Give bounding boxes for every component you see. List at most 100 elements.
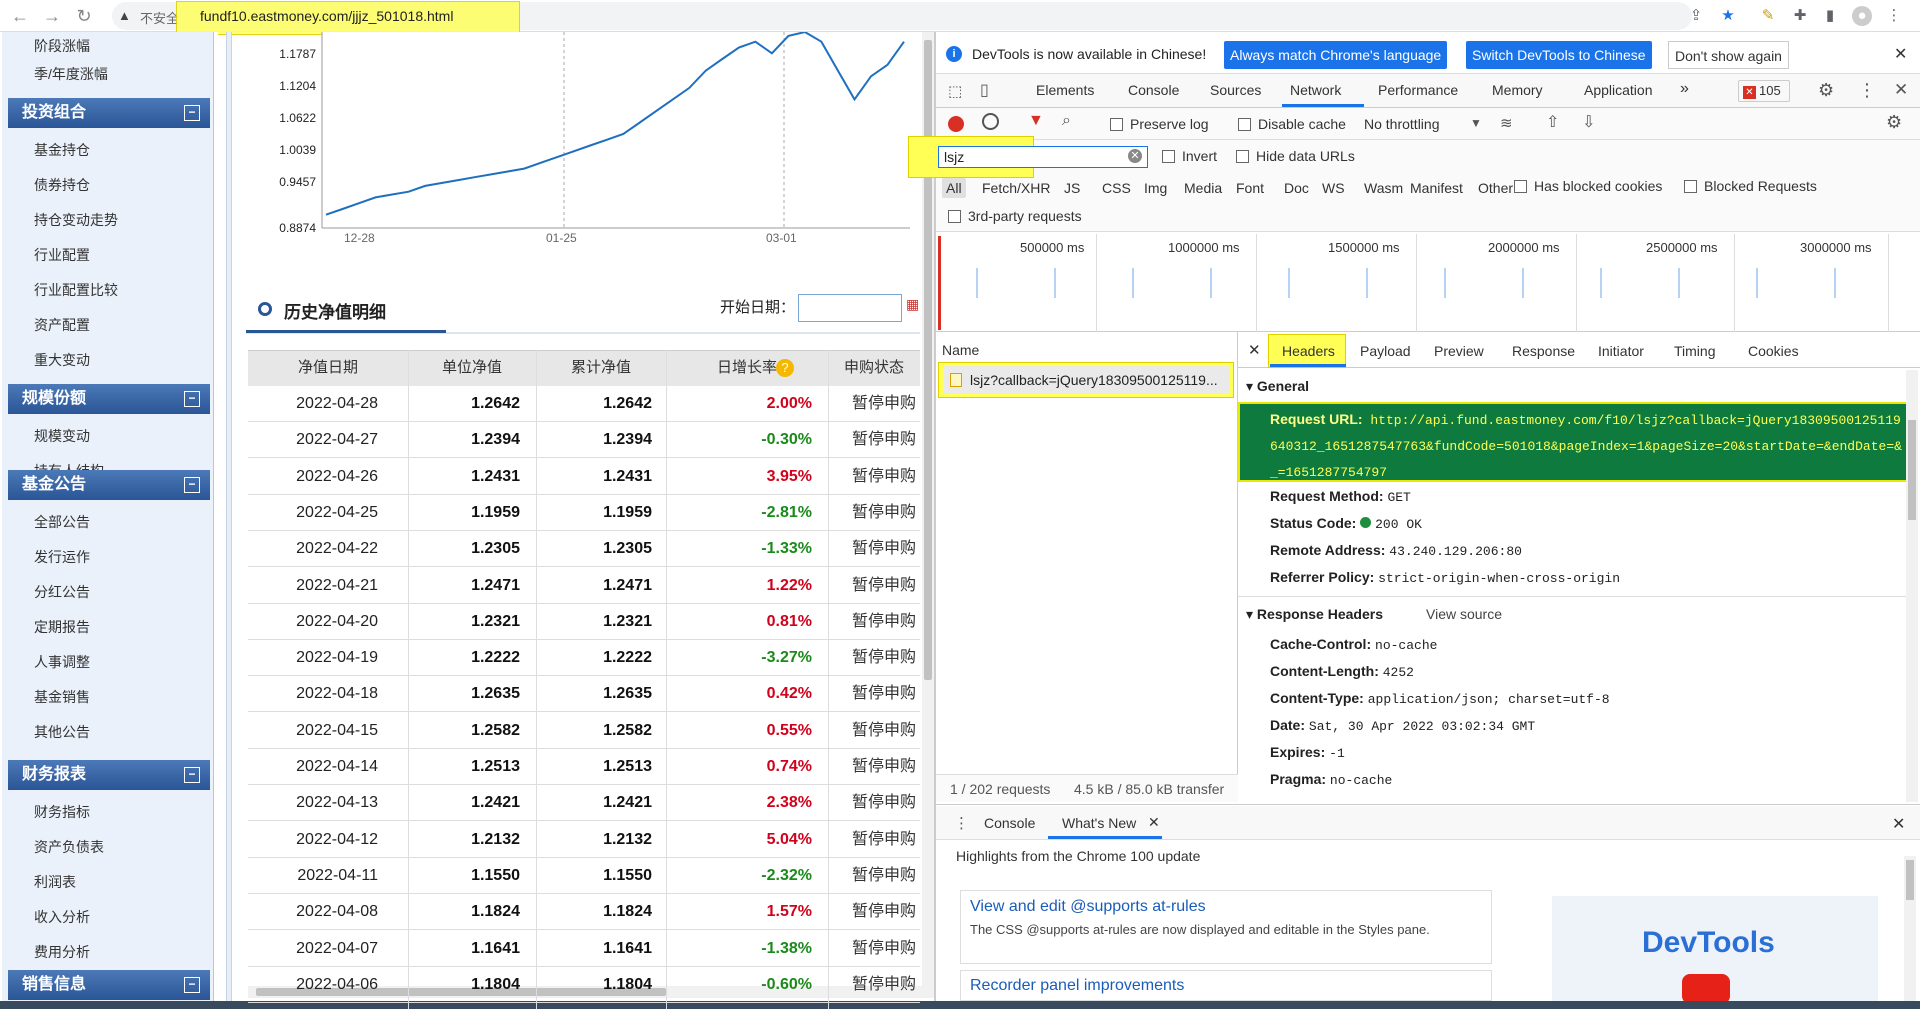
sidebar-item[interactable]: 重大变动: [34, 350, 90, 370]
filter-type-5[interactable]: Media: [1184, 180, 1222, 196]
devtools-tab-application[interactable]: Application: [1584, 82, 1653, 98]
sidebar-section-0[interactable]: 投资组合 −: [8, 98, 210, 128]
preserve-log-checkbox[interactable]: [1110, 118, 1123, 131]
blocked-requests-checkbox[interactable]: [1684, 180, 1697, 193]
sidebar-item[interactable]: 阶段涨幅: [34, 36, 90, 56]
match-language-button[interactable]: Always match Chrome's language: [1224, 41, 1448, 69]
filter-icon[interactable]: ▼: [1028, 112, 1044, 130]
detail-scroll-thumb[interactable]: [1908, 420, 1916, 520]
sidebar-item[interactable]: 资产配置: [34, 315, 90, 335]
kebab-menu-icon[interactable]: ⋮: [1858, 80, 1876, 101]
disable-cache-checkbox[interactable]: [1238, 118, 1251, 131]
filter-input[interactable]: [938, 146, 1148, 168]
filter-type-3[interactable]: CSS: [1102, 180, 1131, 196]
drawer-tab-console[interactable]: Console: [984, 815, 1035, 831]
filter-type-11[interactable]: Other: [1478, 180, 1513, 196]
column-header[interactable]: 申购状态: [828, 350, 920, 386]
sidebar-item[interactable]: 利润表: [34, 872, 76, 892]
close-detail-icon[interactable]: ✕: [1248, 341, 1261, 359]
sidebar-item[interactable]: 持仓变动走势: [34, 210, 118, 230]
detail-tab-response[interactable]: Response: [1512, 343, 1575, 359]
sidebar-item[interactable]: 全部公告: [34, 512, 90, 532]
sidebar-item[interactable]: 基金持仓: [34, 140, 90, 160]
sidebar-item[interactable]: 行业配置比较: [34, 280, 118, 300]
filter-type-6[interactable]: Font: [1236, 180, 1264, 196]
collapse-icon[interactable]: −: [184, 767, 200, 783]
view-source-link[interactable]: View source: [1426, 606, 1502, 622]
request-url-value[interactable]: http://api.fund.eastmoney.com/f10/lsjz?c…: [1270, 413, 1902, 480]
sidebar-item[interactable]: 基金销售: [34, 687, 90, 707]
puzzle-icon[interactable]: ✚: [1790, 6, 1810, 26]
forward-icon[interactable]: →: [40, 4, 64, 28]
detail-tab-payload[interactable]: Payload: [1360, 343, 1411, 359]
devtools-tab-performance[interactable]: Performance: [1378, 82, 1458, 98]
chevron-down-icon[interactable]: ▼: [1470, 116, 1482, 130]
clear-filter-icon[interactable]: ✕: [1128, 149, 1142, 163]
sidebar-section-4[interactable]: 销售信息 −: [8, 970, 210, 1000]
sidebar-item[interactable]: 规模变动: [34, 426, 90, 446]
share-icon[interactable]: ⇪: [1686, 6, 1706, 26]
filter-type-10[interactable]: Manifest: [1410, 180, 1463, 196]
filter-type-2[interactable]: JS: [1064, 180, 1080, 196]
collapse-icon[interactable]: −: [184, 977, 200, 993]
sidebar-item[interactable]: 其他公告: [34, 722, 90, 742]
drawer-tab-whatsnew[interactable]: What's New: [1062, 815, 1136, 831]
extension-icon[interactable]: ✎: [1758, 6, 1778, 26]
collapse-icon[interactable]: −: [184, 105, 200, 121]
sidebar-section-2[interactable]: 基金公告 −: [8, 470, 210, 500]
sidebar-item[interactable]: 费用分析: [34, 942, 90, 962]
sidebar-item[interactable]: 分红公告: [34, 582, 90, 602]
collapse-icon[interactable]: −: [184, 477, 200, 493]
filter-type-1[interactable]: Fetch/XHR: [982, 180, 1050, 196]
bookmark-star-icon[interactable]: ★: [1718, 6, 1738, 26]
devtools-tab-console[interactable]: Console: [1128, 82, 1179, 98]
collapse-icon[interactable]: −: [184, 391, 200, 407]
blocked-cookies-checkbox[interactable]: [1514, 180, 1527, 193]
sidebar-section-3[interactable]: 财务报表 −: [8, 760, 210, 790]
hide-data-urls-checkbox[interactable]: [1236, 150, 1249, 163]
general-section-toggle[interactable]: ▾ General: [1246, 378, 1309, 395]
sidebar-item[interactable]: 财务指标: [34, 802, 90, 822]
detail-tab-initiator[interactable]: Initiator: [1598, 343, 1644, 359]
detail-tab-timing[interactable]: Timing: [1674, 343, 1716, 359]
help-icon[interactable]: ?: [776, 359, 794, 377]
record-icon[interactable]: [948, 116, 964, 132]
sidebar-section-1[interactable]: 规模份额 −: [8, 384, 210, 414]
devtools-tab-sources[interactable]: Sources: [1210, 82, 1261, 98]
dont-show-again-button[interactable]: Don't show again: [1668, 41, 1789, 69]
sidebar-item[interactable]: 债券持仓: [34, 175, 90, 195]
url-text[interactable]: fundf10.eastmoney.com/jjjz_501018.html: [200, 8, 453, 24]
sidebar-item[interactable]: 行业配置: [34, 245, 90, 265]
switch-chinese-button[interactable]: Switch DevTools to Chinese: [1466, 41, 1652, 69]
filter-value[interactable]: lsjz: [944, 149, 964, 165]
sidebar-item[interactable]: 发行运作: [34, 547, 90, 567]
inspect-icon[interactable]: ⬚: [948, 82, 962, 100]
invert-checkbox[interactable]: [1162, 150, 1175, 163]
device-toggle-icon[interactable]: ▯: [980, 80, 989, 100]
sidebar-item[interactable]: 人事调整: [34, 652, 90, 672]
upload-icon[interactable]: ⇧: [1546, 112, 1559, 132]
filter-type-9[interactable]: Wasm: [1364, 180, 1403, 196]
detail-tab-cookies[interactable]: Cookies: [1748, 343, 1799, 359]
detail-tab-headers[interactable]: Headers: [1282, 343, 1335, 359]
network-settings-icon[interactable]: ⚙: [1886, 112, 1902, 133]
download-icon[interactable]: ⇩: [1582, 112, 1595, 132]
filter-type-0[interactable]: All: [946, 180, 962, 196]
column-header[interactable]: 日增长率: [666, 350, 828, 386]
drawer-menu-icon[interactable]: ⋮: [954, 814, 969, 832]
sidebar-item[interactable]: 资产负债表: [34, 837, 104, 857]
close-tab-icon[interactable]: ✕: [1148, 814, 1160, 831]
column-header[interactable]: 累计净值: [536, 350, 666, 386]
card-title[interactable]: View and edit @supports at-rules: [970, 898, 1206, 916]
warning-icon[interactable]: ▲: [118, 8, 131, 23]
devtools-tab-network[interactable]: Network: [1290, 82, 1341, 98]
sidebar-item[interactable]: 定期报告: [34, 617, 90, 637]
profile-avatar[interactable]: ●: [1852, 6, 1872, 26]
card-title[interactable]: Recorder panel improvements: [970, 977, 1184, 995]
wifi-settings-icon[interactable]: ≋: [1500, 114, 1513, 132]
youtube-play-icon[interactable]: [1682, 974, 1730, 1004]
menu-icon[interactable]: ⋮: [1884, 6, 1904, 26]
request-url-row[interactable]: Request URL: http://api.fund.eastmoney.c…: [1270, 406, 1902, 486]
filter-type-7[interactable]: Doc: [1284, 180, 1309, 196]
back-icon[interactable]: ←: [8, 4, 32, 28]
